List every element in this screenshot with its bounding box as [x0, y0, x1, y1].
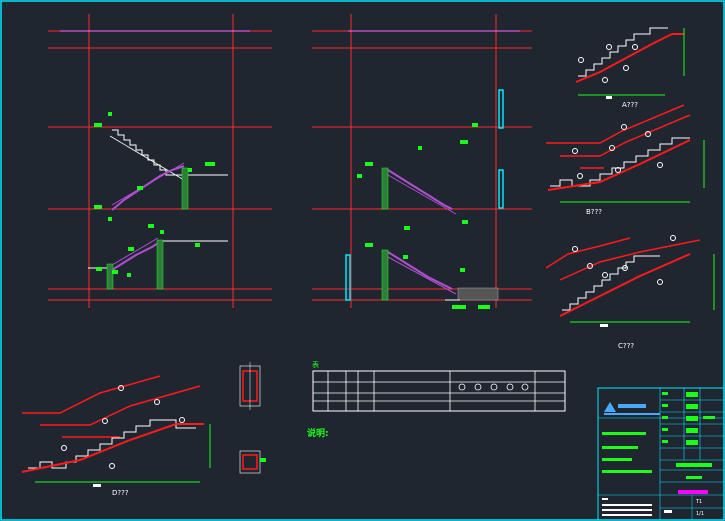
section-label-a: A??? [622, 101, 638, 109]
company-logo-icon [604, 402, 616, 412]
section-label-c: C??? [618, 342, 634, 350]
section-label-b: B??? [586, 208, 602, 216]
section-label-d: D??? [112, 489, 129, 497]
column-section-details [239, 362, 266, 474]
drawing-frame [0, 0, 725, 521]
stair-detail-a: A??? [575, 27, 685, 109]
stair-detail-c: C??? [545, 235, 715, 350]
sheet-number: T1 [695, 499, 702, 505]
table-symbol: 表 [312, 360, 319, 369]
rebar-schedule-table: 表 说明: [307, 360, 566, 439]
stair-section-left [48, 14, 272, 308]
notes-label: 说明: [307, 427, 329, 439]
stair-detail-b: B??? [546, 104, 705, 216]
stair-section-middle [312, 14, 532, 309]
cad-drawing-canvas: A??? B??? C??? D??? 表 说明: T1 1/1 [0, 0, 725, 521]
stair-detail-d: D??? [21, 375, 211, 497]
drawing-title-highlight [678, 490, 708, 494]
sheet-count: 1/1 [696, 511, 704, 517]
title-block: T1 1/1 [597, 387, 725, 521]
